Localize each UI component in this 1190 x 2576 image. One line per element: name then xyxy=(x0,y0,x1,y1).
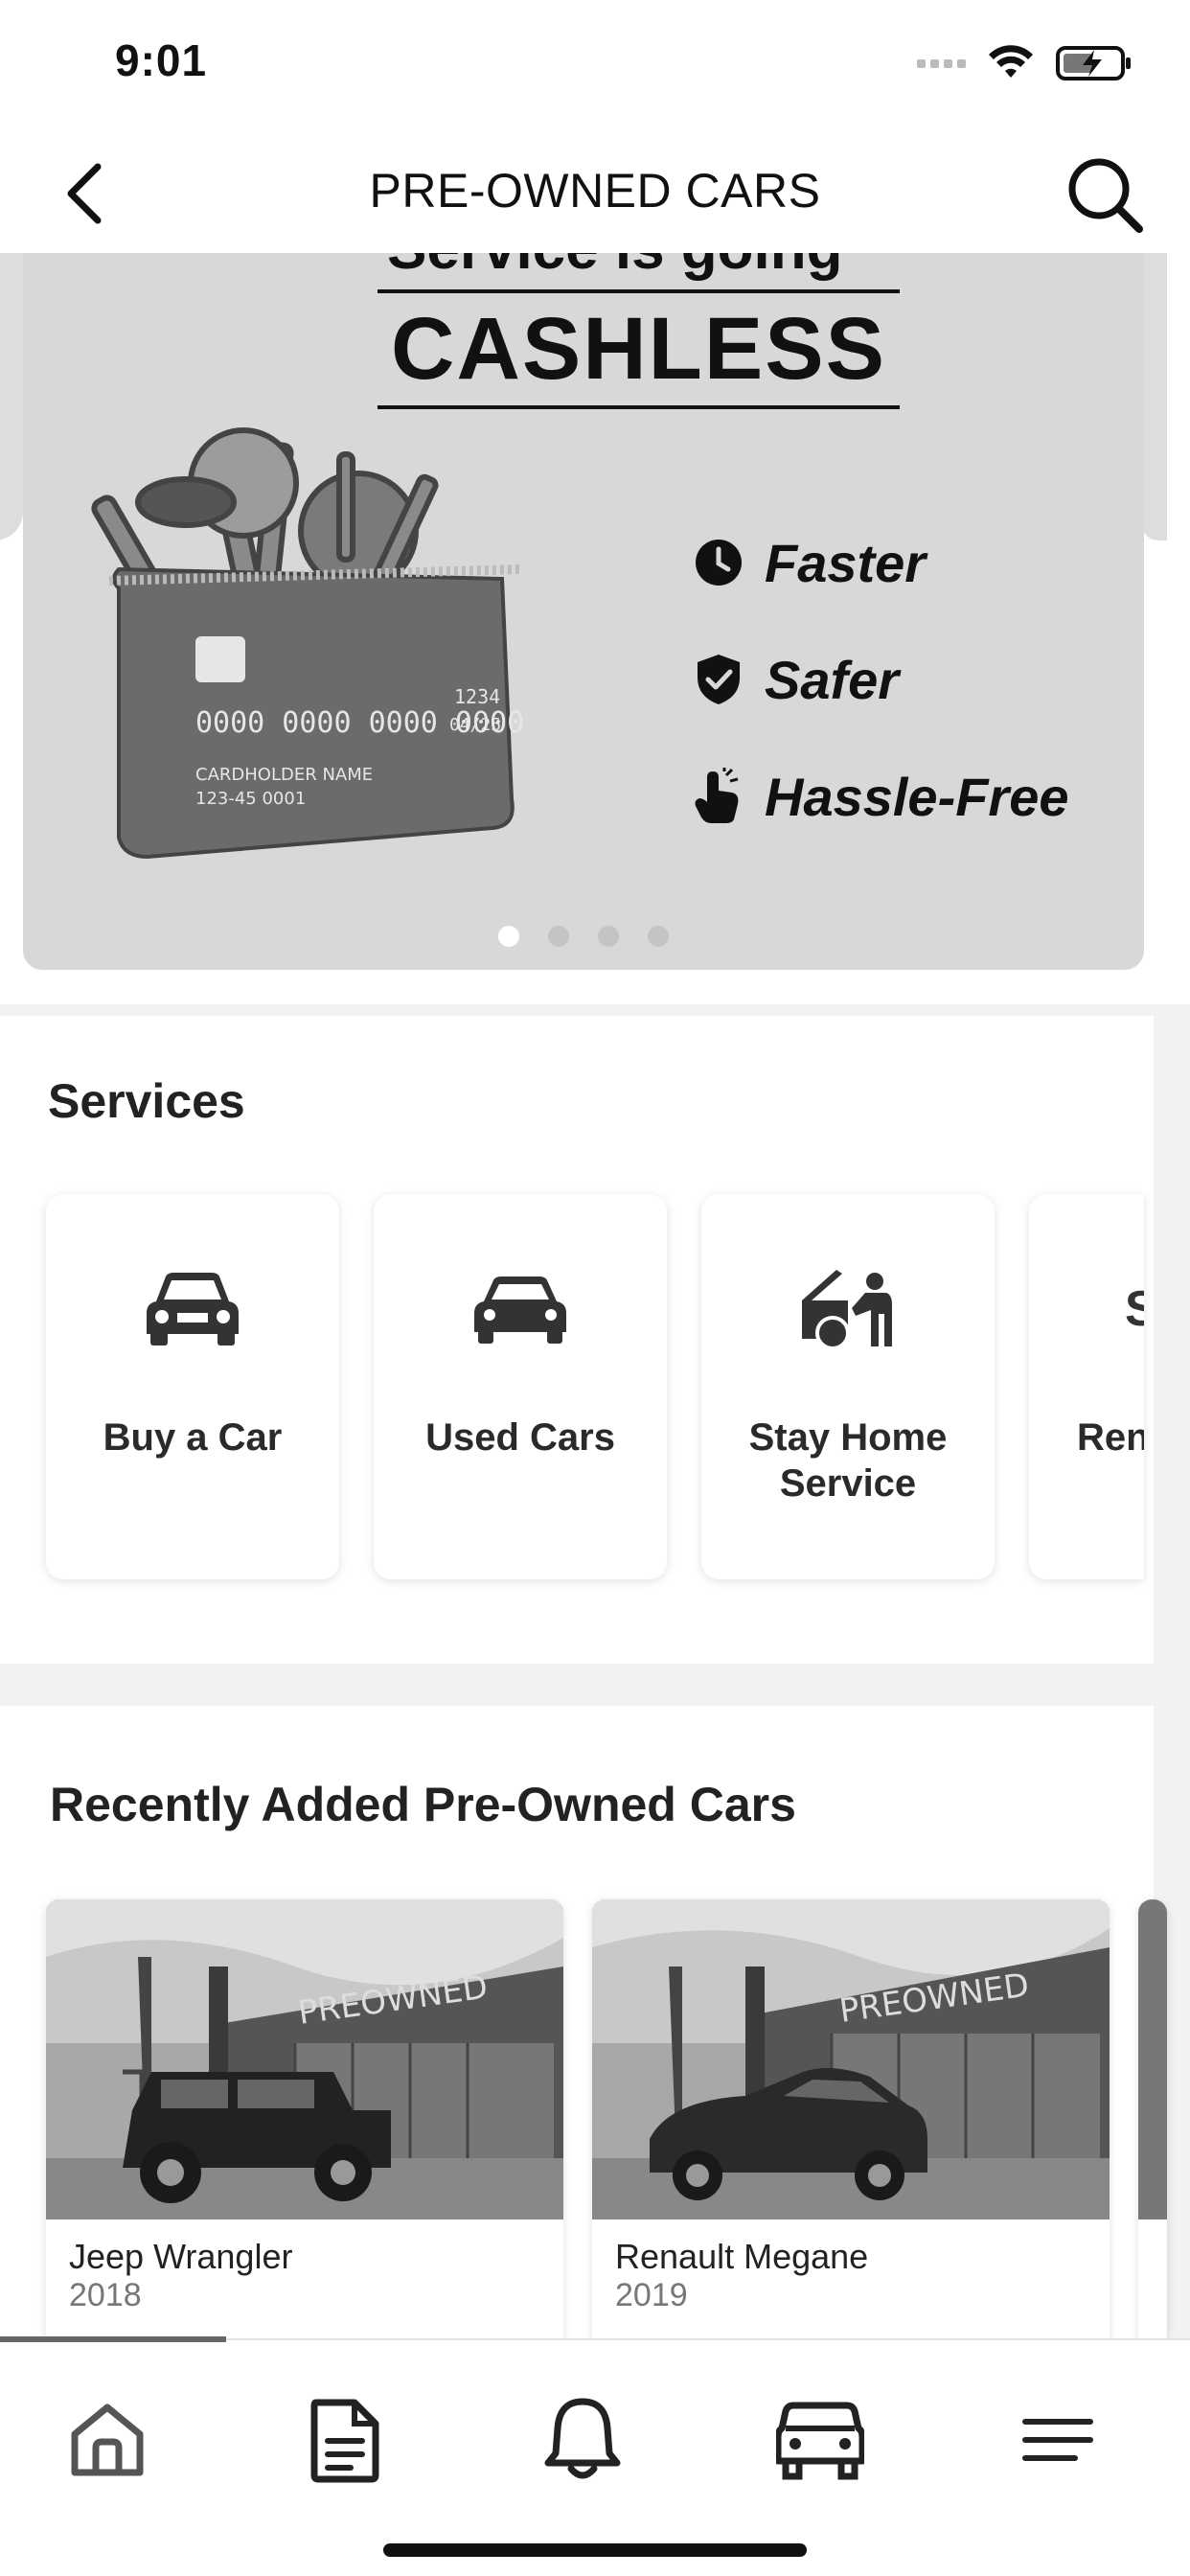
car-card-next-peek[interactable] xyxy=(1138,1899,1167,2350)
card-holder: CARDHOLDER NAME xyxy=(195,765,373,785)
car-name: Jeep Wrangler xyxy=(69,2237,293,2276)
car-photo xyxy=(1138,1899,1167,2220)
tab-bar xyxy=(0,2336,1190,2576)
tab-menu[interactable] xyxy=(1010,2392,1106,2488)
shield-check-icon xyxy=(698,655,740,704)
tab-documents[interactable] xyxy=(297,2392,393,2488)
pagination-dot-active[interactable] xyxy=(498,926,519,947)
service-label: Stay Home Service xyxy=(748,1416,948,1505)
active-tab-indicator xyxy=(0,2336,226,2342)
car-icon xyxy=(474,1276,566,1344)
service-used-cars[interactable]: Used Cars xyxy=(374,1194,667,1579)
service-rent[interactable]: S Rent xyxy=(1029,1194,1144,1579)
tab-home[interactable] xyxy=(59,2392,155,2488)
status-indicators xyxy=(917,42,1133,84)
banner-headline: CASHLESS xyxy=(378,289,900,409)
carousel-pagination xyxy=(23,926,1144,947)
service-label: Used Cars xyxy=(425,1416,615,1459)
pagination-dot[interactable] xyxy=(598,926,619,947)
card-account: 123-45 0001 xyxy=(195,789,306,809)
car-card-renault-megane[interactable]: PREOWNED Renault Megane 2019 xyxy=(592,1899,1110,2350)
tab-cars[interactable] xyxy=(772,2392,868,2488)
feature-faster: Faster xyxy=(694,504,1069,621)
card-cvv: 1234 xyxy=(454,685,500,708)
pagination-dot[interactable] xyxy=(648,926,669,947)
nav-bar: PRE-OWNED CARS xyxy=(0,134,1190,253)
home-indicator xyxy=(383,2543,807,2557)
rent-icon: S xyxy=(1125,1281,1144,1337)
car-front-icon xyxy=(147,1273,239,1346)
search-button[interactable] xyxy=(1062,151,1148,238)
menu-icon xyxy=(1022,2419,1093,2461)
services-section: Services Buy a Car Used Cars Stay Home S… xyxy=(0,1016,1154,1664)
clock-icon xyxy=(696,540,742,586)
signal-icon xyxy=(917,58,966,68)
document-icon xyxy=(310,2399,379,2483)
feature-label: Hassle-Free xyxy=(765,766,1069,827)
card-expiry: 04/25 xyxy=(449,715,501,735)
search-icon xyxy=(1068,158,1143,233)
car-year: 2019 xyxy=(615,2277,688,2313)
car-photo: PREOWNED xyxy=(592,1899,1110,2220)
feature-label: Faster xyxy=(765,532,927,593)
home-icon xyxy=(71,2404,144,2476)
services-row[interactable]: Buy a Car Used Cars Stay Home Service S … xyxy=(46,1194,1144,1579)
status-time: 9:01 xyxy=(115,35,208,85)
page-title: PRE-OWNED CARS xyxy=(369,164,821,218)
banner-slide[interactable]: Service is going CASHLESS 0000 0000 0000… xyxy=(23,253,1144,970)
battery-charging-icon xyxy=(1056,46,1131,80)
wifi-icon xyxy=(989,45,1033,78)
car-year: 2018 xyxy=(69,2277,142,2313)
banner-prev-peek xyxy=(0,253,23,540)
service-buy-a-car[interactable]: Buy a Car xyxy=(46,1194,339,1579)
banner-features: Faster Safer Hassle-Free xyxy=(694,504,1069,855)
recent-cars-section: Recently Added Pre-Owned Cars PREOWNED J… xyxy=(0,1706,1167,2350)
service-label: Rent xyxy=(1077,1416,1144,1459)
bell-icon xyxy=(544,2398,621,2479)
banner-cut-text: Service is going xyxy=(387,253,843,283)
service-label: Buy a Car xyxy=(103,1416,283,1459)
feature-hassle-free: Hassle-Free xyxy=(694,738,1069,855)
tab-notifications[interactable] xyxy=(535,2392,630,2488)
banner-carousel[interactable]: Service is going CASHLESS 0000 0000 0000… xyxy=(0,253,1190,1004)
mechanic-icon xyxy=(802,1270,892,1350)
feature-label: Safer xyxy=(765,649,900,710)
recent-cars-row[interactable]: PREOWNED Jeep Wrangler 2018 PREOWNED Ren… xyxy=(46,1899,1167,2350)
section-title: Recently Added Pre-Owned Cars xyxy=(50,1778,796,1831)
status-bar: 9:01 xyxy=(0,0,1190,134)
service-stay-home[interactable]: Stay Home Service xyxy=(701,1194,995,1579)
car-card-jeep-wrangler[interactable]: PREOWNED Jeep Wrangler 2018 xyxy=(46,1899,563,2350)
banner-next-peek xyxy=(1140,253,1167,540)
car-name: Renault Megane xyxy=(615,2237,869,2276)
tap-hand-icon xyxy=(695,768,739,823)
feature-safer: Safer xyxy=(694,621,1069,738)
credit-card-tools-illustration: 0000 0000 0000 0000 1234 04/25 CARDHOLDE… xyxy=(91,427,524,860)
section-title: Services xyxy=(48,1074,245,1128)
car-photo: PREOWNED xyxy=(46,1899,563,2220)
pagination-dot[interactable] xyxy=(548,926,569,947)
car-icon xyxy=(776,2402,864,2480)
